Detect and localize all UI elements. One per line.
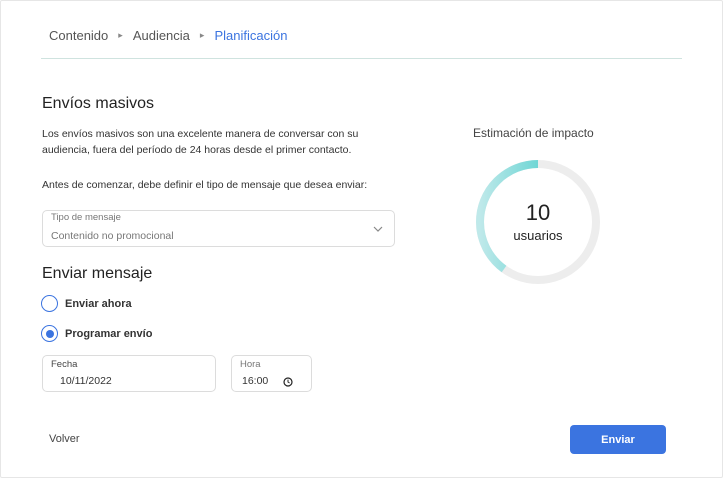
- date-field[interactable]: Fecha 10/11/2022: [42, 355, 216, 392]
- impact-unit: usuarios: [513, 228, 563, 243]
- time-field[interactable]: Hora 16:00: [231, 355, 312, 392]
- impact-title: Estimación de impacto: [473, 126, 594, 140]
- breadcrumb-step-planning[interactable]: Planificación: [214, 28, 287, 43]
- impact-count: 10: [525, 200, 551, 225]
- radio-option-schedule[interactable]: Programar envío: [41, 325, 152, 342]
- time-label: Hora: [240, 359, 261, 370]
- date-value: 10/11/2022: [60, 375, 112, 387]
- radio-schedule[interactable]: [41, 325, 58, 342]
- message-type-label: Tipo de mensaje: [51, 212, 121, 223]
- bulk-instruction: Antes de comenzar, debe definir el tipo …: [42, 179, 368, 191]
- message-type-select[interactable]: Tipo de mensaje Contenido no promocional: [42, 210, 395, 247]
- back-link[interactable]: Volver: [49, 433, 80, 445]
- header-divider: [41, 58, 682, 59]
- section-title-send: Enviar mensaje: [42, 265, 153, 282]
- planning-panel: Contenido ▸ Audiencia ▸ Planificación En…: [0, 0, 723, 478]
- radio-schedule-label: Programar envío: [65, 327, 153, 340]
- time-value: 16:00: [242, 375, 269, 387]
- breadcrumb-separator-icon: ▸: [199, 30, 205, 40]
- radio-send-now-label: Enviar ahora: [65, 297, 132, 310]
- radio-option-send-now[interactable]: Enviar ahora: [41, 295, 132, 312]
- radio-send-now[interactable]: [41, 295, 58, 312]
- breadcrumb: Contenido ▸ Audiencia ▸ Planificación: [49, 28, 287, 43]
- clock-icon[interactable]: [283, 377, 293, 387]
- bulk-description: Los envíos masivos son una excelente man…: [42, 128, 359, 156]
- breadcrumb-separator-icon: ▸: [118, 30, 123, 40]
- breadcrumb-step-content[interactable]: Contenido: [49, 28, 108, 43]
- send-button[interactable]: Enviar: [570, 425, 666, 454]
- section-title-bulk: Envíos masivos: [42, 95, 155, 112]
- chevron-down-icon: [373, 226, 383, 232]
- date-label: Fecha: [51, 359, 78, 370]
- message-type-value: Contenido no promocional: [51, 230, 174, 242]
- breadcrumb-step-audience[interactable]: Audiencia: [133, 28, 190, 43]
